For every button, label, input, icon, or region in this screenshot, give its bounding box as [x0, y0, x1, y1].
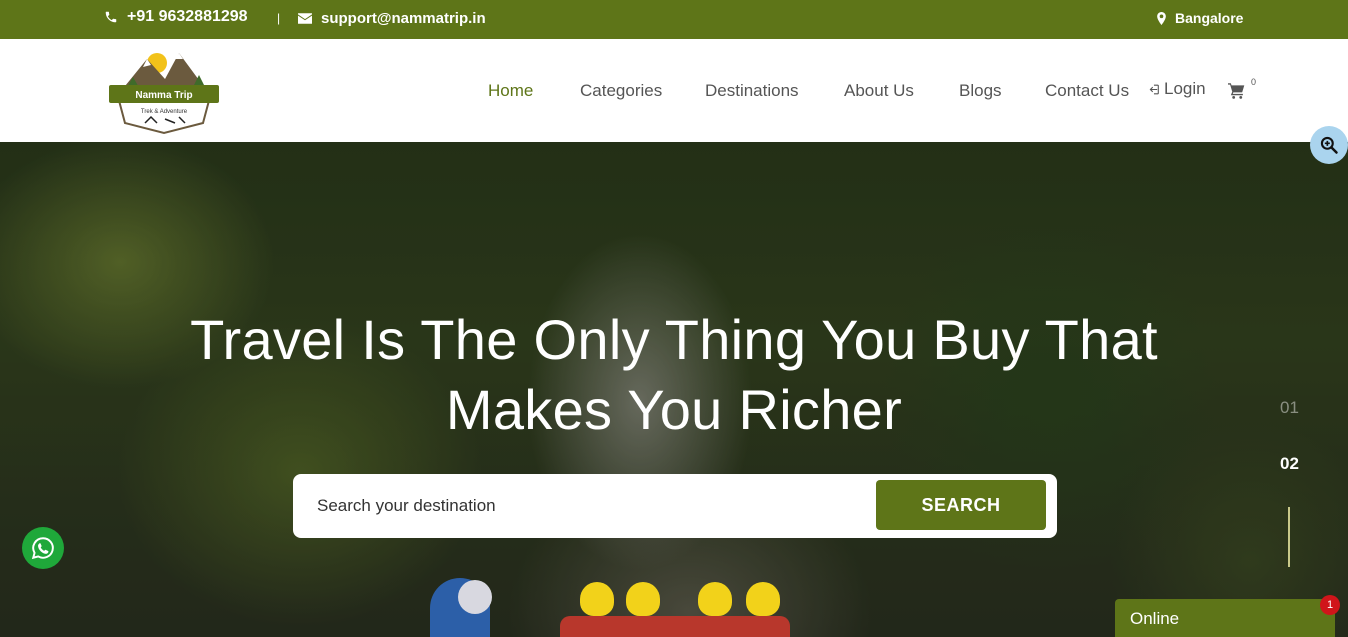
nav-categories[interactable]: Categories [580, 81, 662, 101]
envelope-icon [298, 13, 312, 24]
zoom-in-icon [1319, 135, 1339, 155]
chat-status[interactable]: Online [1130, 609, 1179, 628]
slide-indicator-02[interactable]: 02 [1280, 454, 1299, 474]
zoom-accessibility-button[interactable] [1310, 126, 1348, 164]
top-contact-bar: +91 9632881298 | support@nammatrip.in Ba… [0, 0, 1348, 39]
destination-search-input[interactable] [317, 490, 857, 522]
destination-search-box: SEARCH [293, 474, 1057, 538]
slide-progress-line [1288, 507, 1290, 567]
location-selector[interactable]: Bangalore [1157, 10, 1243, 26]
headline-line-1: Travel Is The Only Thing You Buy That [190, 308, 1158, 371]
live-chat-widget[interactable]: Online 1 [1115, 595, 1340, 637]
phone-icon [104, 10, 118, 24]
email-contact[interactable]: support@nammatrip.in [298, 10, 486, 27]
nav-about-us[interactable]: About Us [844, 81, 914, 101]
topbar-separator: | [277, 11, 281, 25]
nav-contact-us[interactable]: Contact Us [1045, 81, 1129, 101]
phone-number[interactable]: +91 9632881298 [127, 8, 248, 26]
chat-unread-badge: 1 [1320, 595, 1340, 615]
login-label[interactable]: Login [1164, 79, 1206, 99]
logo-title: Namma Trip [135, 90, 192, 101]
cart-count: 0 [1251, 77, 1257, 87]
site-logo[interactable]: Namma Trip Trek & Adventure [107, 47, 221, 135]
phone-contact[interactable]: +91 9632881298 [104, 8, 248, 26]
sign-in-icon [1148, 83, 1161, 96]
login-button[interactable]: Login [1148, 79, 1206, 99]
headline-line-2: Makes You Richer [445, 378, 903, 441]
nav-blogs[interactable]: Blogs [959, 81, 1002, 101]
hero-banner: Travel Is The Only Thing You Buy That Ma… [0, 142, 1348, 637]
cart-button[interactable]: 0 [1228, 77, 1258, 102]
slide-indicator-01[interactable]: 01 [1280, 398, 1299, 418]
email-address[interactable]: support@nammatrip.in [321, 10, 486, 27]
search-button[interactable]: SEARCH [876, 480, 1046, 530]
hero-rafters-image [430, 578, 790, 637]
map-marker-icon [1157, 11, 1166, 25]
logo-subtitle: Trek & Adventure [141, 109, 188, 115]
main-navbar: Namma Trip Trek & Adventure Home Categor… [0, 39, 1348, 142]
nav-home[interactable]: Home [488, 81, 533, 101]
shopping-cart-icon [1228, 83, 1245, 99]
whatsapp-button[interactable] [22, 527, 64, 569]
hero-headline: Travel Is The Only Thing You Buy That Ma… [0, 305, 1348, 445]
nav-destinations[interactable]: Destinations [705, 81, 799, 101]
location-label[interactable]: Bangalore [1175, 10, 1243, 26]
whatsapp-icon [30, 535, 56, 561]
